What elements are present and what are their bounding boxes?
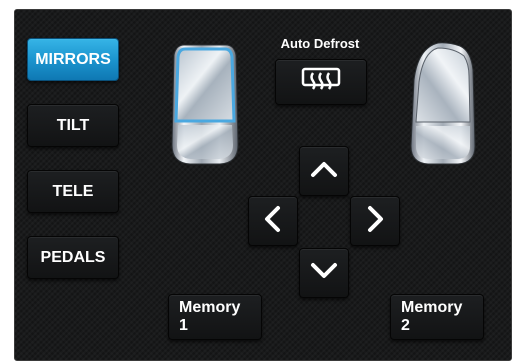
down-arrow-icon: [309, 256, 339, 291]
right-arrow-icon: [360, 204, 390, 239]
auto-defrost-label: Auto Defrost: [280, 36, 360, 51]
tilt-tab-label: TILT: [56, 116, 90, 134]
left-arrow-icon: [258, 204, 288, 239]
left-arrow-button[interactable]: [248, 196, 298, 246]
tilt-tab[interactable]: TILT: [27, 104, 119, 147]
memory-2-button[interactable]: Memory 2: [390, 294, 484, 340]
up-arrow-icon: [309, 154, 339, 189]
left-mirror-selector[interactable]: [170, 41, 240, 167]
memory-2-label: Memory 2: [401, 299, 463, 334]
memory-1-label: Memory 1: [179, 299, 241, 334]
right-mirror-selector[interactable]: [408, 40, 478, 167]
tele-tab-label: TELE: [52, 182, 94, 200]
rear-defrost-icon: [301, 67, 341, 98]
up-arrow-button[interactable]: [299, 146, 349, 196]
auto-defrost-button[interactable]: [275, 59, 367, 105]
memory-1-button[interactable]: Memory 1: [168, 294, 262, 340]
mirrors-tab-label: MIRRORS: [35, 50, 111, 68]
pedals-tab[interactable]: PEDALS: [27, 236, 119, 279]
tele-tab[interactable]: TELE: [27, 170, 119, 213]
right-arrow-button[interactable]: [350, 196, 400, 246]
pedals-tab-label: PEDALS: [40, 248, 106, 266]
mirrors-tab[interactable]: MIRRORS: [27, 38, 119, 81]
down-arrow-button[interactable]: [299, 248, 349, 298]
